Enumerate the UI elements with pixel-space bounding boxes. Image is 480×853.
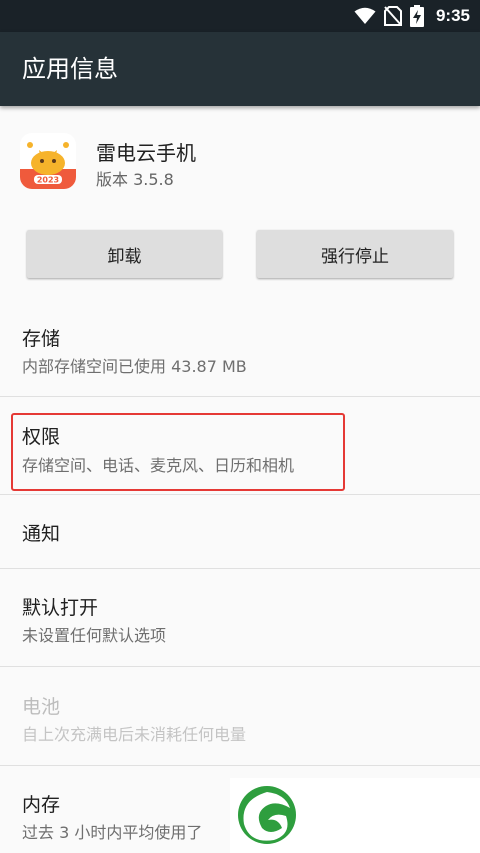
app-header: 2023 (0, 106, 480, 212)
memory-subtitle: 过去 3 小时内平均使用了 (22, 823, 203, 842)
wifi-icon (354, 7, 376, 24)
app-name: 雷电云手机 (96, 141, 196, 165)
app-icon-badge: 2023 (37, 176, 59, 185)
watermark-logo (230, 778, 480, 853)
status-icons: 9:35 (354, 0, 470, 32)
app-icon: 2023 (20, 133, 76, 189)
app-bar: 应用信息 (0, 32, 480, 106)
status-bar: 9:35 (0, 0, 480, 32)
notifications-title: 通知 (22, 523, 61, 545)
status-time: 9:35 (435, 6, 470, 25)
open-by-default-title: 默认打开 (22, 597, 99, 619)
storage-title: 存储 (22, 328, 61, 350)
page-title: 应用信息 (22, 55, 118, 83)
list-item-notifications[interactable]: 通知 (0, 495, 480, 568)
app-version: 版本 3.5.8 (96, 170, 174, 189)
battery-subtitle: 自上次充满电后未消耗任何电量 (22, 725, 247, 744)
highlight-box (11, 413, 345, 491)
open-by-default-subtitle: 未设置任何默认选项 (22, 626, 167, 645)
force-stop-button[interactable]: 强行停止 (257, 230, 453, 278)
list-item-storage[interactable]: 存储 内部存储空间已使用 43.87 MB (0, 300, 480, 397)
list-item-open-by-default[interactable]: 默认打开 未设置任何默认选项 (0, 569, 480, 666)
list-item-battery: 电池 自上次充满电后未消耗任何电量 (0, 667, 480, 765)
no-sim-icon (383, 6, 402, 26)
leaf-logo-icon (238, 786, 296, 844)
storage-subtitle: 内部存储空间已使用 43.87 MB (22, 357, 247, 376)
battery-title: 电池 (22, 696, 61, 718)
uninstall-button[interactable]: 卸载 (27, 230, 222, 278)
memory-title: 内存 (22, 794, 61, 816)
battery-charging-icon (409, 5, 424, 27)
